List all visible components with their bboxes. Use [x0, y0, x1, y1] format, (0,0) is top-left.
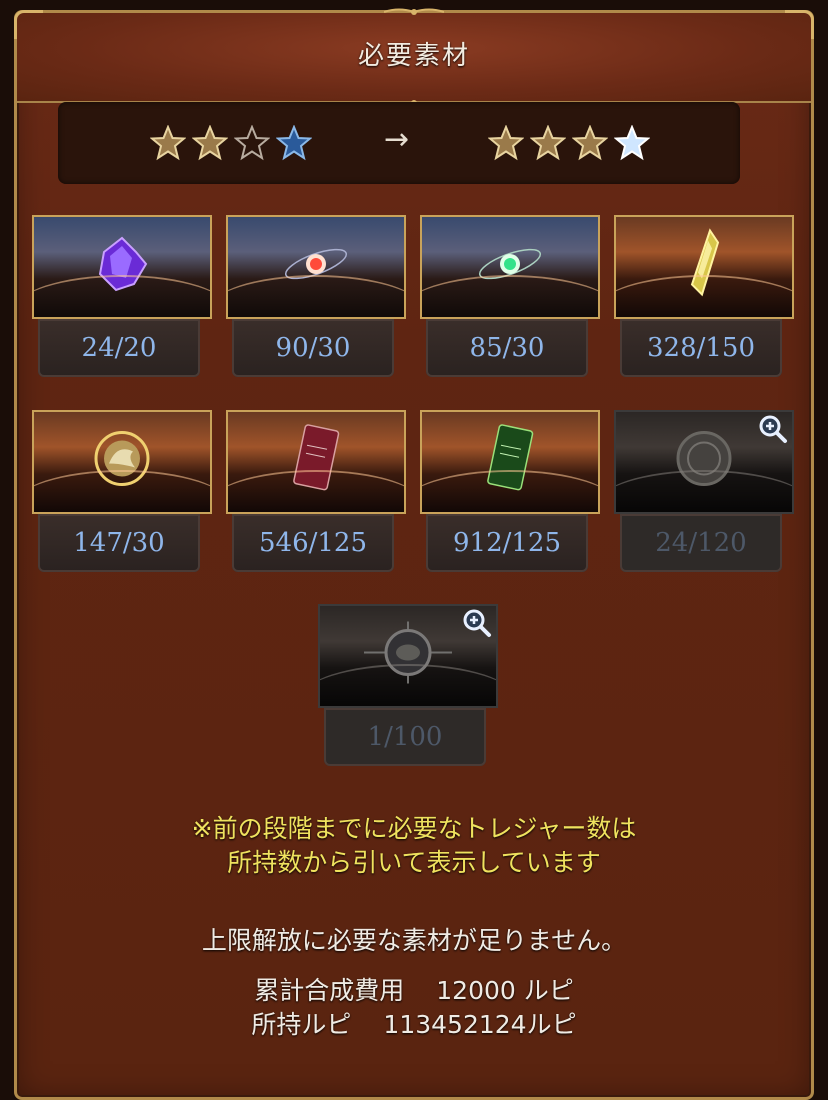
material-count: 1/100 — [324, 708, 486, 766]
green-card-icon — [487, 424, 534, 491]
material-count: 24/20 — [38, 319, 200, 377]
astral-medallion-icon — [364, 621, 452, 684]
material-image — [32, 215, 212, 319]
star-blue-icon — [276, 125, 312, 161]
header-ornament-icon — [384, 8, 444, 15]
bronze-seal-icon — [676, 431, 732, 486]
dialog-title: 必要素材 — [357, 41, 470, 71]
star-filled-icon — [150, 125, 186, 161]
notice-line-2: 所持数から引いて表示しています — [227, 848, 601, 877]
arrow-icon: → — [384, 122, 410, 157]
star-white-icon — [614, 125, 650, 161]
purple-crystal-icon — [98, 236, 148, 292]
owned-line: 所持ルピ 113452124ルピ — [0, 1008, 828, 1042]
dragon-medal-icon — [94, 431, 150, 486]
rank-up-bar: → — [58, 102, 740, 184]
cost-line: 累計合成費用 12000 ルピ — [0, 974, 828, 1008]
material-image — [226, 215, 406, 319]
material-item[interactable]: 546/125 — [226, 410, 406, 574]
material-count: 85/30 — [426, 319, 588, 377]
star-filled-icon — [192, 125, 228, 161]
zoom-in-icon[interactable] — [462, 608, 492, 638]
material-count: 24/120 — [620, 514, 782, 572]
material-count: 90/30 — [232, 319, 394, 377]
material-item-locked[interactable]: 24/120 — [614, 410, 794, 574]
cost-label: 累計合成費用 — [254, 976, 405, 1005]
material-item[interactable]: 912/125 — [420, 410, 600, 574]
material-item[interactable]: 90/30 — [226, 215, 406, 379]
cost-value: 12000 ルピ — [436, 976, 574, 1005]
next-rank-stars — [488, 125, 650, 161]
notice-line-1: ※前の段階までに必要なトレジャー数は — [191, 814, 637, 843]
shortage-message: 上限解放に必要な素材が足りません。 — [201, 926, 627, 955]
material-count: 546/125 — [232, 514, 394, 572]
material-count: 328/150 — [620, 319, 782, 377]
material-count: 912/125 — [426, 514, 588, 572]
star-filled-icon — [488, 125, 524, 161]
material-item[interactable]: 85/30 — [420, 215, 600, 379]
star-filled-icon — [530, 125, 566, 161]
owned-value: 113452124ルピ — [383, 1010, 577, 1039]
material-image — [614, 215, 794, 319]
dialog-header: 必要素材 — [17, 8, 811, 107]
red-star-orb-icon — [284, 248, 348, 280]
red-card-icon — [293, 424, 340, 491]
zoom-in-icon[interactable] — [758, 414, 788, 444]
material-image — [32, 410, 212, 514]
frame-corner — [14, 10, 43, 39]
material-image — [226, 410, 406, 514]
material-item-locked[interactable]: 1/100 — [318, 604, 498, 768]
current-rank-stars — [150, 125, 312, 161]
green-star-orb-icon — [478, 248, 542, 280]
material-item[interactable]: 328/150 — [614, 215, 794, 379]
material-item[interactable]: 24/20 — [32, 215, 212, 379]
material-item[interactable]: 147/30 — [32, 410, 212, 574]
material-count: 147/30 — [38, 514, 200, 572]
material-image — [420, 410, 600, 514]
material-image — [420, 215, 600, 319]
star-filled-icon — [572, 125, 608, 161]
status-text: 上限解放に必要な素材が足りません。 — [0, 924, 828, 958]
gold-crystal-icon — [690, 228, 720, 297]
owned-label: 所持ルピ — [251, 1010, 352, 1039]
notice-text: ※前の段階までに必要なトレジャー数は 所持数から引いて表示しています — [0, 812, 828, 880]
star-empty-icon — [234, 125, 270, 161]
frame-corner — [785, 10, 814, 39]
